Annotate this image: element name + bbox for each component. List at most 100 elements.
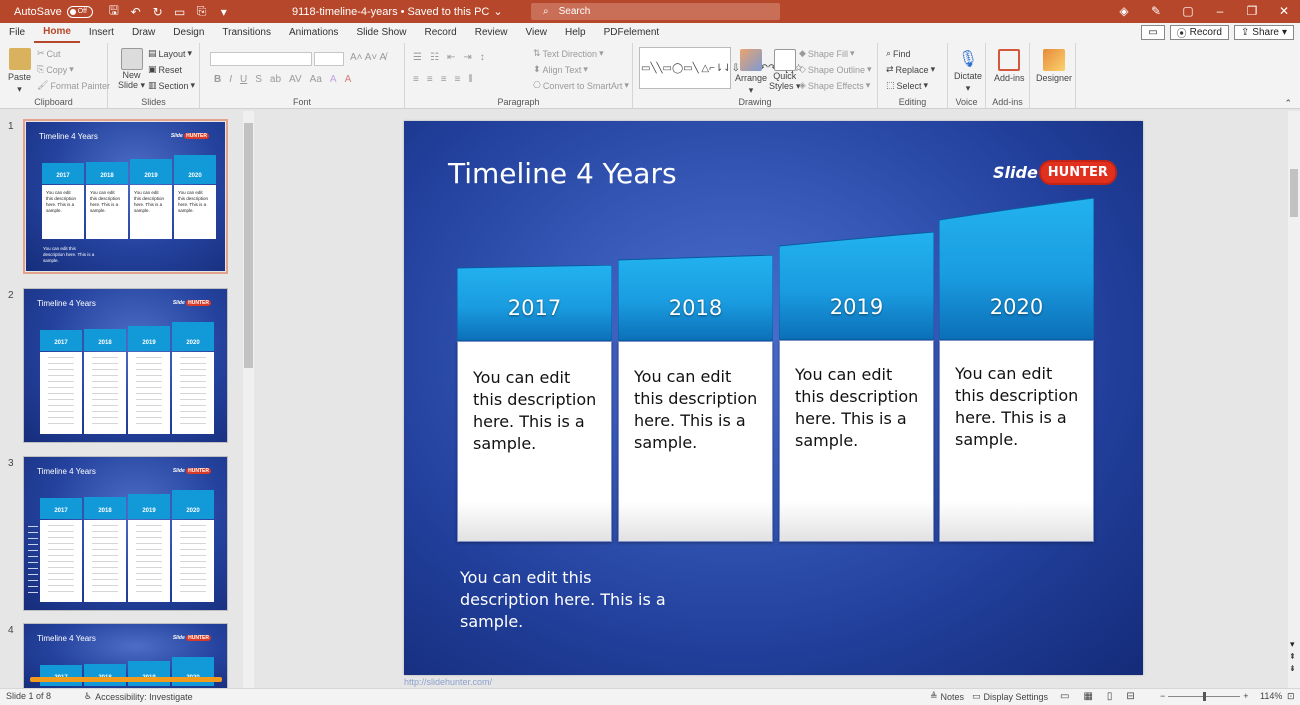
slide-sorter-icon[interactable]: ▦ [1083, 691, 1092, 702]
arrange-button[interactable]: Arrange ▾ [735, 49, 767, 96]
zoom-level[interactable]: 114% [1260, 691, 1282, 701]
layout-button[interactable]: ▤ Layout ▾ [148, 48, 192, 59]
autosave-label: AutoSave [14, 5, 62, 18]
text-direction-button[interactable]: ⇅ Text Direction ▾ [533, 48, 604, 59]
present-icon[interactable]: ▭ [169, 5, 191, 19]
addins-button[interactable]: Add-ins [994, 49, 1025, 83]
slide-thumbnail-1[interactable]: Timeline 4 Years Slide HUNTER 2017 You can … [23, 119, 228, 274]
copy-button[interactable]: ⎘ Copy ▾ [37, 64, 74, 75]
next-slide-icon[interactable]: ⇟ [1289, 664, 1296, 673]
slide-scrollbar[interactable]: ▾ ⇞ ⇟ [1288, 111, 1300, 688]
format-icon[interactable]: ⎘ [191, 4, 213, 19]
notes-button[interactable]: ≜ Notes [930, 691, 964, 702]
autosave-toggle[interactable]: Off [66, 5, 93, 18]
thumbnail-placeholder-line [48, 363, 74, 364]
accessibility-status[interactable]: ♿ Accessibility: Investigate [84, 691, 193, 702]
minimize-button[interactable]: – [1204, 0, 1236, 23]
dictate-button[interactable]: 🎙 Dictate ▾ [954, 49, 982, 94]
thumbnail-scrollbar[interactable] [243, 111, 254, 688]
alignment-buttons[interactable]: ≡ ≡ ≡ ≡ ⫴ [413, 74, 473, 85]
paste-button[interactable]: Paste ▾ [8, 48, 31, 95]
font-format-buttons[interactable]: B I U Sab AV Aa A A [214, 74, 351, 85]
shape-effects-button[interactable]: ◈ Shape Effects ▾ [799, 80, 870, 91]
tab-insert[interactable]: Insert [80, 23, 123, 43]
reading-view-icon[interactable]: ▯ [1107, 691, 1113, 702]
zoom-out-icon[interactable]: − [1160, 691, 1165, 701]
slide-thumbnail-4[interactable]: Timeline 4 Years Slide HUNTER 201720182019… [23, 623, 228, 688]
thumbnail-placeholder-line [48, 525, 74, 526]
shape-outline-button[interactable]: ◇ Shape Outline ▾ [799, 64, 872, 75]
display-icon: ▭ [972, 691, 981, 701]
tab-file[interactable]: File [0, 23, 34, 43]
document-title[interactable]: 9118-timeline-4-years • Saved to this PC… [292, 0, 503, 23]
reset-icon: ▣ [148, 64, 157, 74]
previous-slide-icon[interactable]: ⇞ [1289, 652, 1296, 661]
display-settings-button[interactable]: ▭ Display Settings [972, 691, 1048, 702]
save-icon[interactable]: 🖫 [103, 1, 125, 22]
designer-button[interactable]: Designer [1036, 49, 1072, 83]
slide-scroll-thumb[interactable] [1290, 169, 1298, 217]
customize-qat-icon[interactable]: ▾ [213, 5, 235, 19]
tab-design[interactable]: Design [164, 23, 213, 43]
clipboard-group: Paste ▾ ✂ Cut ⎘ Copy ▾ 🖌 Format Painter Clip… [0, 43, 110, 109]
fit-slide-icon[interactable]: ⊡ [1287, 691, 1295, 702]
year-label: 2020 [989, 295, 1044, 319]
zoom-slider[interactable]: − + [1160, 691, 1249, 701]
tab-pdfelement[interactable]: PDFelement [595, 23, 669, 43]
tab-review[interactable]: Review [466, 23, 517, 43]
align-text-button[interactable]: ⬍ Align Text ▾ [533, 64, 588, 75]
share-button[interactable]: ⇪ Share ▾ [1233, 25, 1294, 40]
diamond-icon[interactable]: ◈ [1108, 0, 1140, 23]
pen-icon[interactable]: ✎ [1140, 0, 1172, 23]
restore-button[interactable]: ❐ [1236, 0, 1268, 23]
convert-smartart-button[interactable]: ⎔ Convert to SmartArt ▾ [533, 80, 629, 91]
footer-description[interactable]: You can edit this description here. This… [460, 567, 680, 633]
slideshow-icon[interactable]: ⊟ [1126, 691, 1134, 702]
format-painter-button[interactable]: 🖌 Format Painter [37, 80, 110, 91]
search-box[interactable]: ⌕ Search [531, 3, 780, 20]
new-slide-button[interactable]: New Slide ▾ [118, 48, 145, 91]
font-size-box[interactable] [314, 52, 344, 66]
current-slide[interactable]: Timeline 4 Years Slide HUNTER You can ed… [404, 121, 1143, 675]
section-button[interactable]: ▥ Section ▾ [148, 80, 195, 91]
quick-styles-button[interactable]: Quick Styles ▾ [769, 49, 801, 92]
ribbon-display-icon[interactable]: ▢ [1172, 0, 1204, 23]
thumbnail-placeholder-line [92, 369, 118, 370]
zoom-thumb[interactable] [1203, 691, 1207, 701]
shape-fill-button[interactable]: ◆ Shape Fill ▾ [799, 48, 854, 59]
font-size-buttons[interactable]: A˄ A˅ A̸ [350, 52, 386, 63]
redo-icon[interactable]: ↻ [147, 5, 169, 19]
reset-button[interactable]: ▣ Reset [148, 64, 182, 75]
thumbnail-scroll-thumb[interactable] [244, 123, 253, 368]
tab-help[interactable]: Help [556, 23, 595, 43]
list-buttons[interactable]: ☰ ☷ ⇤ ⇥ ↕ [413, 52, 485, 63]
normal-view-icon[interactable]: ▭ [1060, 691, 1069, 702]
tab-transitions[interactable]: Transitions [213, 23, 280, 43]
comments-button[interactable]: ▭ [1141, 25, 1165, 40]
record-button[interactable]: ⦿ Record [1169, 25, 1229, 40]
tab-slide-show[interactable]: Slide Show [347, 23, 415, 43]
cut-button[interactable]: ✂ Cut [37, 48, 61, 59]
thumbnail-placeholder-line [136, 573, 162, 574]
font-name-box[interactable] [210, 52, 312, 66]
thumbnail-column-text: You can edit this description here. This i… [178, 190, 208, 214]
select-button[interactable]: ⬚ Select ▾ [886, 80, 928, 91]
tab-draw[interactable]: Draw [123, 23, 164, 43]
close-button[interactable]: ✕ [1268, 0, 1300, 23]
shapes-gallery[interactable]: ▭╲╲▭◯▭╲ △⌐⇂⇃⇩⇨⇧ ↶↷↷{ }☆ [639, 47, 803, 89]
tab-view[interactable]: View [517, 23, 557, 43]
tab-record[interactable]: Record [415, 23, 465, 43]
tab-home[interactable]: Home [34, 23, 80, 43]
autosave[interactable]: AutoSave Off [14, 0, 93, 23]
collapse-ribbon-icon[interactable]: ⌃ [1284, 98, 1292, 109]
scroll-down-icon[interactable]: ▾ [1290, 639, 1295, 650]
slide-thumbnail-2[interactable]: Timeline 4 Years Slide HUNTER 2017 2018 2019… [23, 288, 228, 443]
slide-thumbnail-3[interactable]: Timeline 4 Years Slide HUNTER 2017 2018 2019… [23, 456, 228, 611]
tab-animations[interactable]: Animations [280, 23, 347, 43]
slide-title[interactable]: Timeline 4 Years [448, 157, 677, 190]
find-button[interactable]: ⌕ Find [886, 48, 911, 59]
thumbnail-title: Timeline 4 Years [37, 299, 96, 308]
replace-button[interactable]: ⇄ Replace ▾ [886, 64, 935, 75]
zoom-in-icon[interactable]: + [1243, 691, 1248, 701]
undo-icon[interactable]: ↶ [125, 5, 147, 19]
